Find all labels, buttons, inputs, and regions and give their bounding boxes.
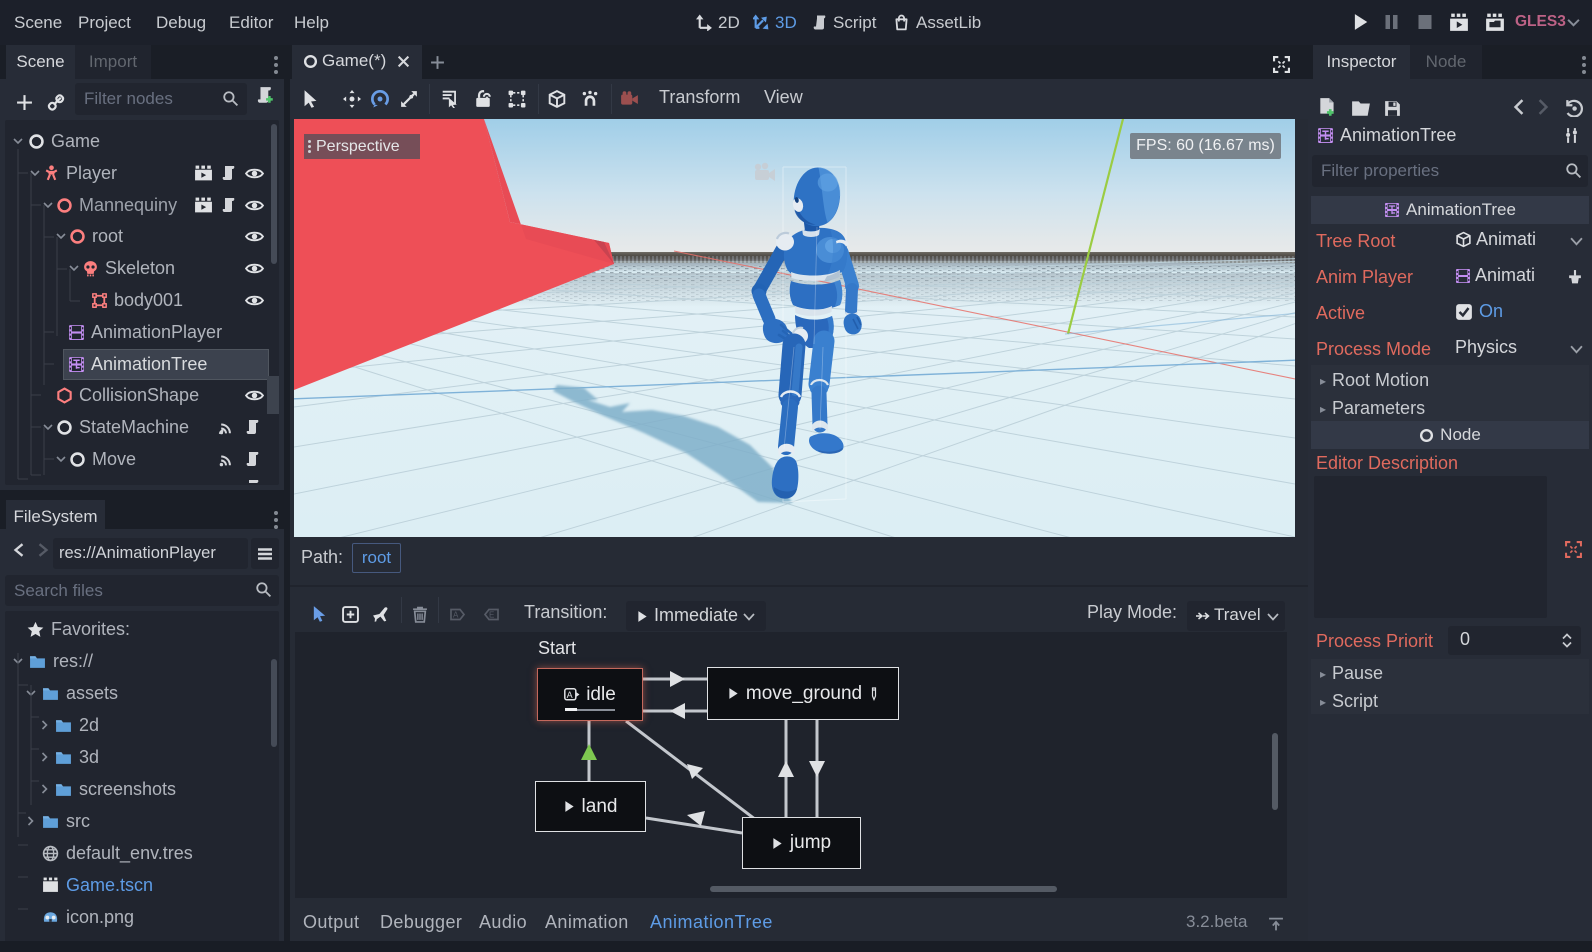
svg-text:A: A — [567, 690, 573, 700]
svg-text:E: E — [489, 611, 494, 620]
svg-text:A: A — [453, 611, 459, 620]
